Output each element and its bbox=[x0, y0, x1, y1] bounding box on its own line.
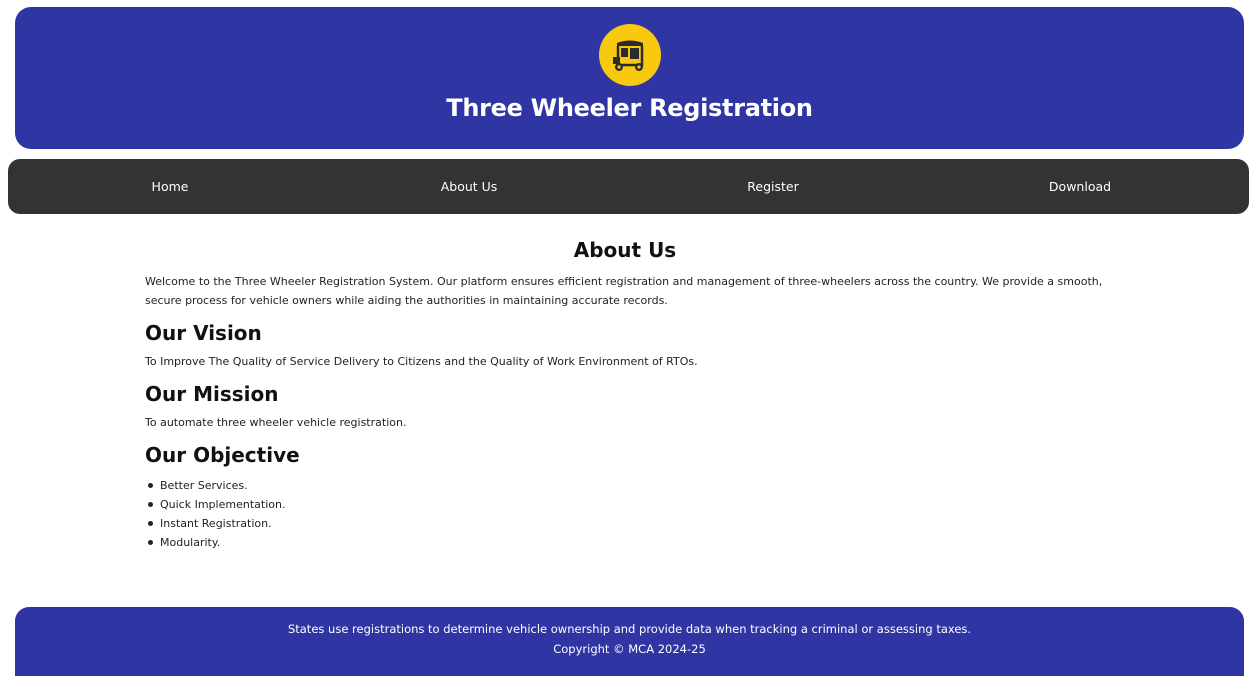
main-nav: Home About Us Register Download bbox=[8, 159, 1249, 214]
list-item: Modularity. bbox=[145, 533, 1105, 552]
copyright-text: Copyright © MCA 2024-25 bbox=[553, 642, 706, 656]
mission-heading: Our Mission bbox=[145, 382, 279, 406]
site-header: Three Wheeler Registration bbox=[15, 7, 1244, 149]
page: Three Wheeler Registration Home About Us… bbox=[0, 0, 1249, 676]
page-title: About Us bbox=[573, 238, 677, 262]
footer-text: States use registrations to determine ve… bbox=[287, 622, 972, 636]
mission-text: To automate three wheeler vehicle regist… bbox=[145, 416, 407, 429]
list-item: Quick Implementation. bbox=[145, 495, 1105, 514]
vision-heading: Our Vision bbox=[145, 321, 262, 345]
objective-heading: Our Objective bbox=[145, 443, 300, 467]
nav-download[interactable]: Download bbox=[1049, 159, 1111, 214]
about-content: About Us Welcome to the Three Wheeler Re… bbox=[145, 236, 1105, 552]
nav-register[interactable]: Register bbox=[747, 159, 798, 214]
intro-text: Welcome to the Three Wheeler Registratio… bbox=[145, 275, 1103, 307]
vision-text: To Improve The Quality of Service Delive… bbox=[145, 355, 698, 368]
nav-about-us[interactable]: About Us bbox=[441, 159, 498, 214]
auto-rickshaw-icon bbox=[612, 40, 643, 71]
list-item: Better Services. bbox=[145, 476, 1105, 495]
site-title: Three Wheeler Registration bbox=[446, 94, 813, 122]
objective-list: Better Services. Quick Implementation. I… bbox=[145, 476, 1105, 552]
list-item: Instant Registration. bbox=[145, 514, 1105, 533]
site-footer: States use registrations to determine ve… bbox=[15, 607, 1244, 676]
logo bbox=[598, 24, 661, 86]
nav-home[interactable]: Home bbox=[152, 159, 189, 214]
